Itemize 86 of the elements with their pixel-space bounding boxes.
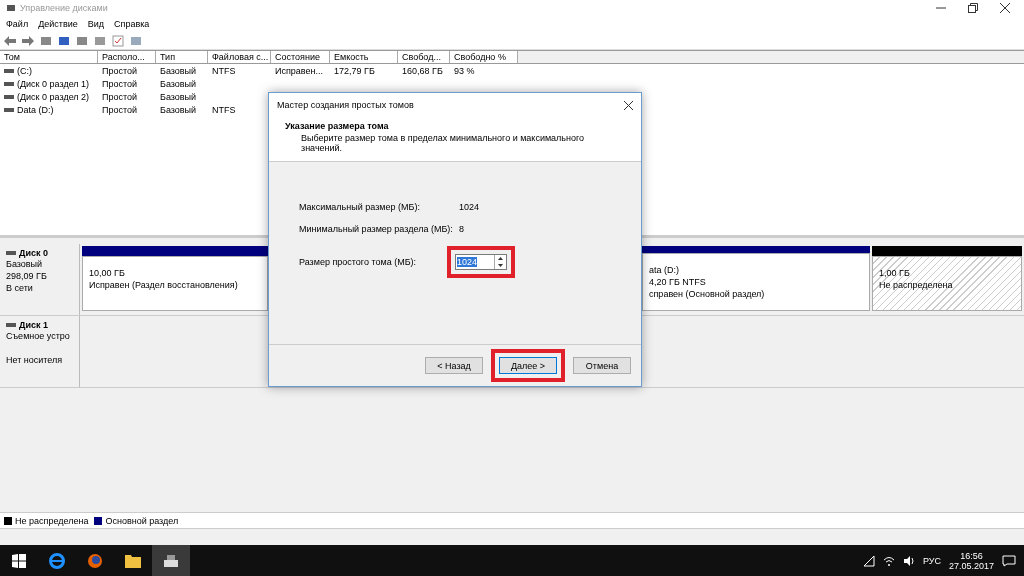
dialog-button[interactable]: Отмена — [573, 357, 631, 374]
wifi-icon[interactable] — [882, 554, 895, 567]
disk-info: 298,09 ГБ — [6, 270, 48, 282]
drive-icon — [6, 323, 16, 327]
partition-info: справен (Основной раздел) — [649, 288, 766, 300]
table-cell: (C:) — [17, 65, 32, 76]
close-icon[interactable] — [1000, 3, 1010, 13]
browser-e-icon — [49, 552, 65, 569]
table-cell-text: Простой — [101, 104, 139, 115]
close-icon[interactable] — [624, 100, 633, 110]
app-icon — [6, 3, 16, 13]
back-arrow-icon[interactable] — [4, 35, 16, 46]
menu-item[interactable]: Действие — [38, 19, 78, 29]
table-cell-text: Простой — [101, 91, 139, 102]
table-cell-text: 93 % — [453, 65, 476, 76]
dialog-button[interactable]: < Назад — [425, 357, 483, 374]
partition-info: Исправен (Раздел восстановления) — [89, 279, 239, 291]
table-cell: (Диск 0 раздел 1) — [17, 78, 90, 89]
window-title: Управление дисками — [20, 3, 109, 13]
table-cell-text: Исправен... — [274, 65, 324, 76]
windows-logo-icon — [12, 553, 26, 568]
taskbar-app[interactable] — [152, 545, 190, 576]
legend-label: Основной раздел — [105, 515, 179, 526]
partition-info: 4,20 ГБ NTFS — [649, 276, 707, 288]
column-header[interactable]: Тип — [156, 51, 208, 63]
table-cell-text: Простой — [101, 78, 139, 89]
disk-info: Съемное устро — [6, 330, 71, 342]
table-cell-text: Базовый — [159, 104, 198, 115]
column-header[interactable]: Емкость — [330, 51, 398, 63]
partition-block[interactable]: ata (D:) 4,20 ГБ NTFS справен (Основной раздел) — [642, 253, 870, 311]
next-button[interactable]: Далее > — [499, 357, 557, 374]
menu-item[interactable]: Вид — [87, 19, 104, 29]
column-header[interactable]: Файловая с... — [208, 51, 271, 63]
clock-date[interactable]: 27.05.2017 — [948, 560, 994, 571]
partition-info: Не распределена — [879, 279, 954, 291]
notification-icon[interactable] — [1002, 554, 1016, 567]
checklist-icon[interactable] — [112, 34, 124, 47]
table-cell-text: NTFS — [211, 104, 237, 115]
disk-status: Нет носителя — [6, 354, 64, 366]
disk-name: Диск 0 — [19, 248, 48, 258]
disk-info: В сети — [6, 282, 34, 294]
drive-icon — [6, 251, 16, 255]
column-header[interactable]: Свобод... — [398, 51, 450, 63]
dialog-title: Мастер создания простых томов — [277, 100, 414, 110]
table-cell-text: 160,68 ГБ — [401, 65, 444, 76]
forward-arrow-icon[interactable] — [22, 35, 34, 46]
speaker-icon[interactable] — [902, 554, 915, 567]
spinbox-value: 1024 — [457, 257, 478, 267]
column-header[interactable]: Том — [0, 51, 98, 63]
table-cell-text: Базовый — [159, 91, 198, 102]
column-header[interactable]: Располо... — [98, 51, 156, 63]
dialog-heading: Указание размера тома — [285, 121, 390, 131]
size-spinbox[interactable]: 1024 — [455, 254, 507, 270]
column-header[interactable]: Состояние — [271, 51, 330, 63]
partition-info: 1,00 ГБ — [879, 267, 911, 279]
legend-label: Не распределена — [15, 515, 89, 526]
table-cell-text: Базовый — [159, 78, 198, 89]
field-label: Размер простого тома (МБ): — [299, 257, 418, 267]
partition-info: 10,00 ГБ — [89, 267, 126, 279]
table-cell-text: Базовый — [159, 65, 198, 76]
disk-name: Диск 1 — [19, 320, 48, 330]
partition-info: ata (D:) — [649, 264, 680, 276]
spin-down-icon[interactable] — [495, 262, 506, 269]
partition-block[interactable]: 1,00 ГБ Не распределена — [872, 256, 1022, 311]
spin-up-icon[interactable] — [495, 255, 506, 262]
partition-block[interactable]: 10,00 ГБ Исправен (Раздел восстановления) — [82, 256, 268, 311]
field-label: Минимальный размер раздела (МБ): — [299, 224, 454, 234]
folder-icon — [125, 553, 141, 568]
table-cell: Data (D:) — [17, 104, 54, 115]
table-cell-text: NTFS — [211, 65, 237, 76]
field-label: Максимальный размер (МБ): — [299, 202, 421, 212]
disk-info: Базовый — [6, 258, 44, 270]
dialog-description: Выберите размер тома в пределах минимального и максимального значений. — [300, 133, 585, 153]
column-header[interactable]: Свободно % — [450, 51, 518, 63]
table-cell-text: 172,79 ГБ — [333, 65, 376, 76]
clock-time[interactable]: 16:56 — [960, 550, 983, 561]
table-cell-text: Простой — [101, 65, 139, 76]
table-cell: (Диск 0 раздел 2) — [17, 91, 90, 102]
menu-item[interactable]: Справка — [114, 19, 150, 29]
fox-globe-icon — [87, 552, 103, 569]
menu-item[interactable]: Файл — [6, 19, 29, 29]
field-value: 1024 — [459, 202, 481, 212]
language-indicator[interactable]: РУС — [922, 555, 941, 566]
field-value: 8 — [459, 224, 465, 234]
restore-icon[interactable] — [968, 3, 978, 13]
disk-drive-icon — [163, 553, 179, 568]
